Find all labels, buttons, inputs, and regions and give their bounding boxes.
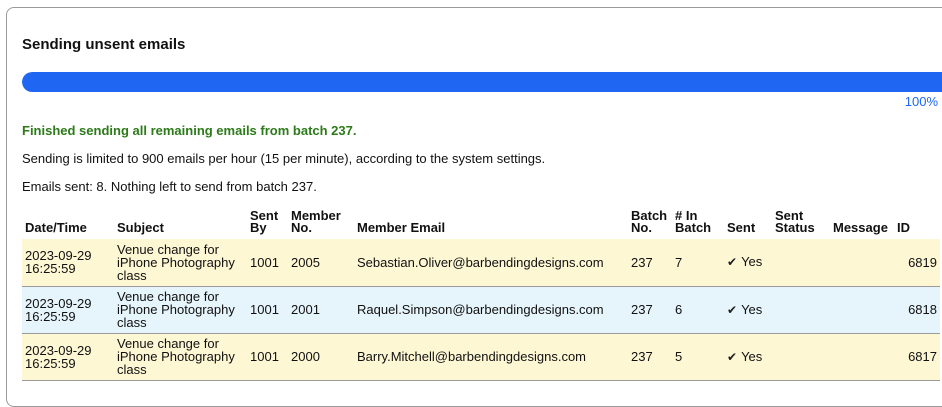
rate-limit-info: Sending is limited to 900 emails per hou… [22,151,546,166]
cell-batch-no: 237 [631,254,653,270]
column-header-message[interactable]: Message [830,206,894,239]
cell-member-no: 2000 [291,349,320,364]
cell-date-time: 2023-09-29 16:25:59 [25,248,92,277]
column-header-subject[interactable]: Subject [114,206,247,239]
cell-sent-value: Yes [741,348,763,364]
check-icon: ✔ [727,255,738,270]
cell-in-batch: 5 [675,349,683,364]
cell-id: 6819 [908,254,937,270]
cell-subject: Venue change for iPhone Photography clas… [117,289,235,330]
cell-subject: Venue change for iPhone Photography clas… [117,336,235,377]
table-row: 2023-09-29 16:25:59 Venue change for iPh… [22,333,940,380]
cell-sent-by: 1001 [250,254,279,270]
column-header-batch-no[interactable]: Batch No. [628,206,672,239]
cell-member-email: Raquel.Simpson@barbendingdesigns.com [357,302,604,317]
column-header-sent-by[interactable]: Sent By [247,206,288,239]
cell-sent: ✔ Yes [724,286,772,333]
page-title: Sending unsent emails [22,36,186,53]
column-header-member-email[interactable]: Member Email [354,206,628,239]
cell-batch-no: 237 [631,349,653,364]
cell-id: 6817 [908,349,937,364]
cell-message [830,239,894,286]
cell-sent-status [772,333,830,380]
column-header-id[interactable]: ID [894,206,940,239]
progress-bar [22,72,942,92]
status-message: Finished sending all remaining emails fr… [22,123,357,138]
cell-sent-by: 1001 [250,349,279,364]
cell-in-batch: 6 [675,302,683,317]
cell-message [830,286,894,333]
check-icon: ✔ [727,349,738,364]
cell-sent-status [772,286,830,333]
progress-percent-label: 100% [904,94,938,109]
cell-message [830,333,894,380]
cell-batch-no: 237 [631,302,653,317]
cell-sent-status [772,239,830,286]
cell-member-email: Barry.Mitchell@barbendingdesigns.com [357,349,587,364]
column-header-sent-status[interactable]: Sent Status [772,206,830,239]
cell-sent: ✔ Yes [724,239,772,286]
progress-bar-fill [22,72,942,92]
table-header-row: Date/Time Subject Sent By Member No. Mem… [22,206,940,239]
cell-sent-value: Yes [741,254,763,270]
cell-sent-by: 1001 [250,302,279,317]
cell-date-time: 2023-09-29 16:25:59 [25,295,92,324]
cell-member-no: 2001 [291,302,320,317]
cell-in-batch: 7 [675,254,683,270]
column-header-in-batch[interactable]: # In Batch [672,206,724,239]
table-row: 2023-09-29 16:25:59 Venue change for iPh… [22,286,940,333]
emails-sent-info: Emails sent: 8. Nothing left to send fro… [22,179,317,194]
cell-subject: Venue change for iPhone Photography clas… [117,241,235,283]
cell-sent-value: Yes [741,301,763,317]
column-header-member-no[interactable]: Member No. [288,206,354,239]
column-header-sent[interactable]: Sent [724,206,772,239]
cell-sent: ✔ Yes [724,333,772,380]
cell-member-email: Sebastian.Oliver@barbendingdesigns.com [357,254,604,270]
sent-emails-table: Date/Time Subject Sent By Member No. Mem… [22,206,940,381]
column-header-date-time[interactable]: Date/Time [22,206,114,239]
table-row: 2023-09-29 16:25:59 Venue change for iPh… [22,239,940,286]
cell-date-time: 2023-09-29 16:25:59 [25,342,92,371]
cell-member-no: 2005 [291,254,320,270]
cell-id: 6818 [908,302,937,317]
check-icon: ✔ [727,302,738,317]
